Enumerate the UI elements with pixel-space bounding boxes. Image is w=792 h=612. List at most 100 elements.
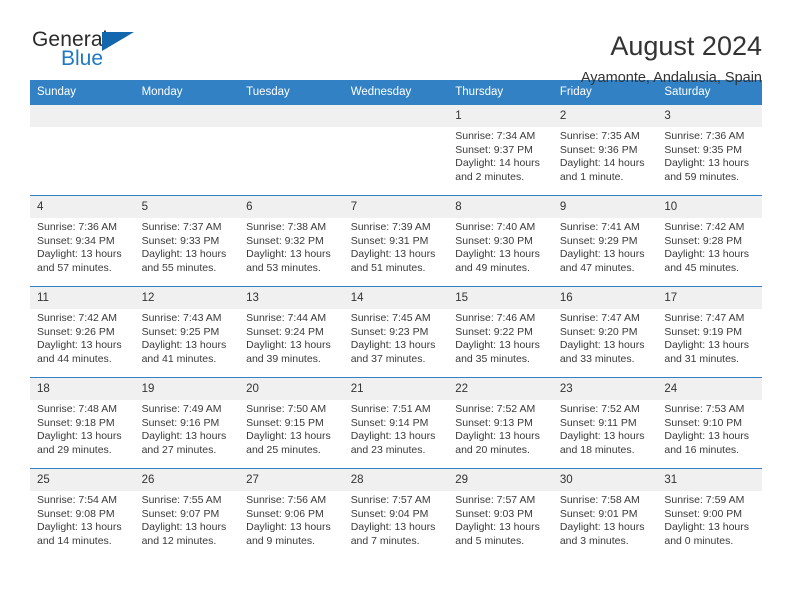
calendar-page: General Blue August 2024 Ayamonte, Andal… xyxy=(0,0,792,612)
calendar-day-cell[interactable]: 20 Sunrise: 7:50 AM Sunset: 9:15 PM Dayligh… xyxy=(239,377,344,469)
calendar-cell-empty xyxy=(239,105,344,196)
calendar-day-cell[interactable]: 5 Sunrise: 7:37 AM Sunset: 9:33 PM Daylight… xyxy=(134,195,240,287)
day-number: 31 xyxy=(657,469,762,491)
daylight-text-line2: and 44 minutes. xyxy=(37,352,112,365)
sunrise-text: Sunrise: 7:50 AM xyxy=(246,403,327,415)
calendar-day-cell[interactable]: 3 Sunrise: 7:36 AM Sunset: 9:35 PM Daylight… xyxy=(657,105,762,196)
day-cell-inner: 27 Sunrise: 7:56 AM Sunset: 9:06 PM Dayligh… xyxy=(239,469,344,559)
daylight-text-line1: Daylight: 13 hours xyxy=(350,248,436,261)
sunset-text: Sunset: 9:22 PM xyxy=(455,325,533,338)
calendar-day-cell[interactable]: 9 Sunrise: 7:41 AM Sunset: 9:29 PM Daylight… xyxy=(552,195,658,287)
sunset-text: Sunset: 9:11 PM xyxy=(559,416,637,429)
daylight-text-line1: Daylight: 13 hours xyxy=(37,339,122,352)
calendar-day-cell[interactable]: 11 Sunrise: 7:42 AM Sunset: 9:26 PM Dayligh… xyxy=(30,286,135,378)
sunset-text: Sunset: 9:24 PM xyxy=(246,325,324,338)
day-details: Sunrise: 7:45 AM Sunset: 9:23 PM Daylight:… xyxy=(344,309,449,366)
calendar-day-cell[interactable]: 18 Sunrise: 7:48 AM Sunset: 9:18 PM Dayligh… xyxy=(30,377,135,469)
calendar-day-cell[interactable]: 1 Sunrise: 7:34 AM Sunset: 9:37 PM Daylight… xyxy=(448,105,553,196)
calendar-week-row: 11 Sunrise: 7:42 AM Sunset: 9:26 PM Dayligh… xyxy=(30,286,762,378)
calendar-day-cell[interactable]: 31 Sunrise: 7:59 AM Sunset: 9:00 PM Dayligh… xyxy=(657,468,762,559)
daylight-text-line2: and 23 minutes. xyxy=(350,443,426,456)
sunrise-text: Sunrise: 7:52 AM xyxy=(455,403,536,415)
daylight-text-line1: Daylight: 13 hours xyxy=(141,339,227,352)
sunset-text: Sunset: 9:37 PM xyxy=(455,143,533,156)
calendar-day-cell[interactable]: 2 Sunrise: 7:35 AM Sunset: 9:36 PM Daylight… xyxy=(552,105,658,196)
calendar-day-cell[interactable]: 25 Sunrise: 7:54 AM Sunset: 9:08 PM Dayligh… xyxy=(30,468,135,559)
day-details: Sunrise: 7:43 AM Sunset: 9:25 PM Daylight:… xyxy=(135,309,240,366)
day-cell-inner: 1 Sunrise: 7:34 AM Sunset: 9:37 PM Daylight… xyxy=(448,105,553,195)
calendar-day-cell[interactable]: 4 Sunrise: 7:36 AM Sunset: 9:34 PM Daylight… xyxy=(30,195,135,287)
sunrise-text: Sunrise: 7:42 AM xyxy=(37,312,117,324)
sunrise-text: Sunrise: 7:58 AM xyxy=(559,494,640,506)
calendar-day-cell[interactable]: 23 Sunrise: 7:52 AM Sunset: 9:11 PM Dayligh… xyxy=(552,377,658,469)
day-cell-inner: 4 Sunrise: 7:36 AM Sunset: 9:34 PM Daylight… xyxy=(30,196,135,286)
calendar-day-cell[interactable]: 14 Sunrise: 7:45 AM Sunset: 9:23 PM Dayligh… xyxy=(343,286,449,378)
daylight-text-line2: and 33 minutes. xyxy=(559,352,635,365)
calendar-day-cell[interactable]: 16 Sunrise: 7:47 AM Sunset: 9:20 PM Dayligh… xyxy=(552,286,658,378)
day-details: Sunrise: 7:35 AM Sunset: 9:36 PM Daylight:… xyxy=(553,127,658,184)
calendar-day-cell[interactable]: 28 Sunrise: 7:57 AM Sunset: 9:04 PM Dayligh… xyxy=(343,468,449,559)
day-details: Sunrise: 7:49 AM Sunset: 9:16 PM Daylight:… xyxy=(135,400,240,457)
sunrise-text: Sunrise: 7:49 AM xyxy=(141,403,222,415)
daylight-text-line2: and 59 minutes. xyxy=(664,170,740,183)
sunrise-text: Sunrise: 7:40 AM xyxy=(455,221,536,233)
daylight-text-line2: and 27 minutes. xyxy=(141,443,217,456)
day-details: Sunrise: 7:47 AM Sunset: 9:20 PM Daylight:… xyxy=(553,309,658,366)
day-number: 13 xyxy=(239,287,344,309)
calendar-day-cell[interactable]: 19 Sunrise: 7:49 AM Sunset: 9:16 PM Dayligh… xyxy=(134,377,240,469)
daylight-text-line2: and 2 minutes. xyxy=(455,170,525,183)
calendar-week-row: 4 Sunrise: 7:36 AM Sunset: 9:34 PM Daylight… xyxy=(30,195,762,287)
calendar-day-cell[interactable]: 12 Sunrise: 7:43 AM Sunset: 9:25 PM Dayligh… xyxy=(134,286,240,378)
day-number xyxy=(30,105,135,127)
sunrise-text: Sunrise: 7:44 AM xyxy=(246,312,327,324)
calendar-day-cell[interactable]: 30 Sunrise: 7:58 AM Sunset: 9:01 PM Dayligh… xyxy=(552,468,658,559)
day-cell-inner: 28 Sunrise: 7:57 AM Sunset: 9:04 PM Dayligh… xyxy=(343,469,449,559)
day-details: Sunrise: 7:53 AM Sunset: 9:10 PM Daylight:… xyxy=(657,400,762,457)
day-details: Sunrise: 7:42 AM Sunset: 9:26 PM Daylight:… xyxy=(30,309,135,366)
sunset-text: Sunset: 9:26 PM xyxy=(37,325,115,338)
sunset-text: Sunset: 9:36 PM xyxy=(559,143,638,156)
sunrise-text: Sunrise: 7:36 AM xyxy=(664,130,745,142)
sunset-text: Sunset: 9:00 PM xyxy=(664,507,743,520)
daylight-text-line2: and 57 minutes. xyxy=(37,261,112,274)
calendar-day-cell[interactable]: 8 Sunrise: 7:40 AM Sunset: 9:30 PM Daylight… xyxy=(448,195,553,287)
logo-triangle-icon xyxy=(102,32,134,51)
general-blue-logo[interactable]: General Blue xyxy=(30,28,150,80)
day-cell-inner: 17 Sunrise: 7:47 AM Sunset: 9:19 PM Dayligh… xyxy=(657,287,762,377)
calendar-grid: Sunday Monday Tuesday Wednesday Thursday… xyxy=(30,80,762,559)
calendar-day-cell[interactable]: 10 Sunrise: 7:42 AM Sunset: 9:28 PM Dayligh… xyxy=(657,195,762,287)
day-details: Sunrise: 7:36 AM Sunset: 9:34 PM Daylight:… xyxy=(30,218,135,275)
daylight-text-line2: and 41 minutes. xyxy=(141,352,217,365)
day-number: 9 xyxy=(552,196,658,218)
calendar-day-cell[interactable]: 29 Sunrise: 7:57 AM Sunset: 9:03 PM Dayligh… xyxy=(448,468,553,559)
day-details: Sunrise: 7:48 AM Sunset: 9:18 PM Daylight:… xyxy=(30,400,135,457)
calendar-day-cell[interactable]: 21 Sunrise: 7:51 AM Sunset: 9:14 PM Dayligh… xyxy=(343,377,449,469)
daylight-text-line1: Daylight: 13 hours xyxy=(37,248,122,261)
sunrise-text: Sunrise: 7:51 AM xyxy=(350,403,431,415)
daylight-text-line1: Daylight: 13 hours xyxy=(455,248,540,261)
daylight-text-line1: Daylight: 13 hours xyxy=(141,430,227,443)
daylight-text-line2: and 51 minutes. xyxy=(350,261,426,274)
day-cell-inner: 23 Sunrise: 7:52 AM Sunset: 9:11 PM Dayligh… xyxy=(552,378,658,468)
calendar-day-cell[interactable]: 17 Sunrise: 7:47 AM Sunset: 9:19 PM Dayligh… xyxy=(657,286,762,378)
calendar-day-cell[interactable]: 15 Sunrise: 7:46 AM Sunset: 9:22 PM Dayligh… xyxy=(448,286,553,378)
sunset-text: Sunset: 9:29 PM xyxy=(559,234,638,247)
weekday-header-monday: Monday xyxy=(134,80,240,105)
daylight-text-line1: Daylight: 13 hours xyxy=(141,521,227,534)
day-cell-inner: 13 Sunrise: 7:44 AM Sunset: 9:24 PM Dayligh… xyxy=(239,287,344,377)
sunrise-text: Sunrise: 7:41 AM xyxy=(559,221,640,233)
calendar-day-cell[interactable]: 27 Sunrise: 7:56 AM Sunset: 9:06 PM Dayligh… xyxy=(239,468,344,559)
daylight-text-line2: and 12 minutes. xyxy=(141,534,217,547)
calendar-week-row: 18 Sunrise: 7:48 AM Sunset: 9:18 PM Dayligh… xyxy=(30,377,762,469)
calendar-day-cell[interactable]: 13 Sunrise: 7:44 AM Sunset: 9:24 PM Dayligh… xyxy=(239,286,344,378)
calendar-day-cell[interactable]: 24 Sunrise: 7:53 AM Sunset: 9:10 PM Dayligh… xyxy=(657,377,762,469)
daylight-text-line2: and 9 minutes. xyxy=(246,534,316,547)
day-details: Sunrise: 7:50 AM Sunset: 9:15 PM Daylight:… xyxy=(239,400,344,457)
sunset-text: Sunset: 9:25 PM xyxy=(141,325,220,338)
calendar-day-cell[interactable]: 26 Sunrise: 7:55 AM Sunset: 9:07 PM Dayligh… xyxy=(134,468,240,559)
calendar-day-cell[interactable]: 22 Sunrise: 7:52 AM Sunset: 9:13 PM Dayligh… xyxy=(448,377,553,469)
day-cell-inner: 18 Sunrise: 7:48 AM Sunset: 9:18 PM Dayligh… xyxy=(30,378,135,468)
calendar-day-cell[interactable]: 7 Sunrise: 7:39 AM Sunset: 9:31 PM Daylight… xyxy=(343,195,449,287)
calendar-day-cell[interactable]: 6 Sunrise: 7:38 AM Sunset: 9:32 PM Daylight… xyxy=(239,195,344,287)
weekday-header-thursday: Thursday xyxy=(448,80,553,105)
